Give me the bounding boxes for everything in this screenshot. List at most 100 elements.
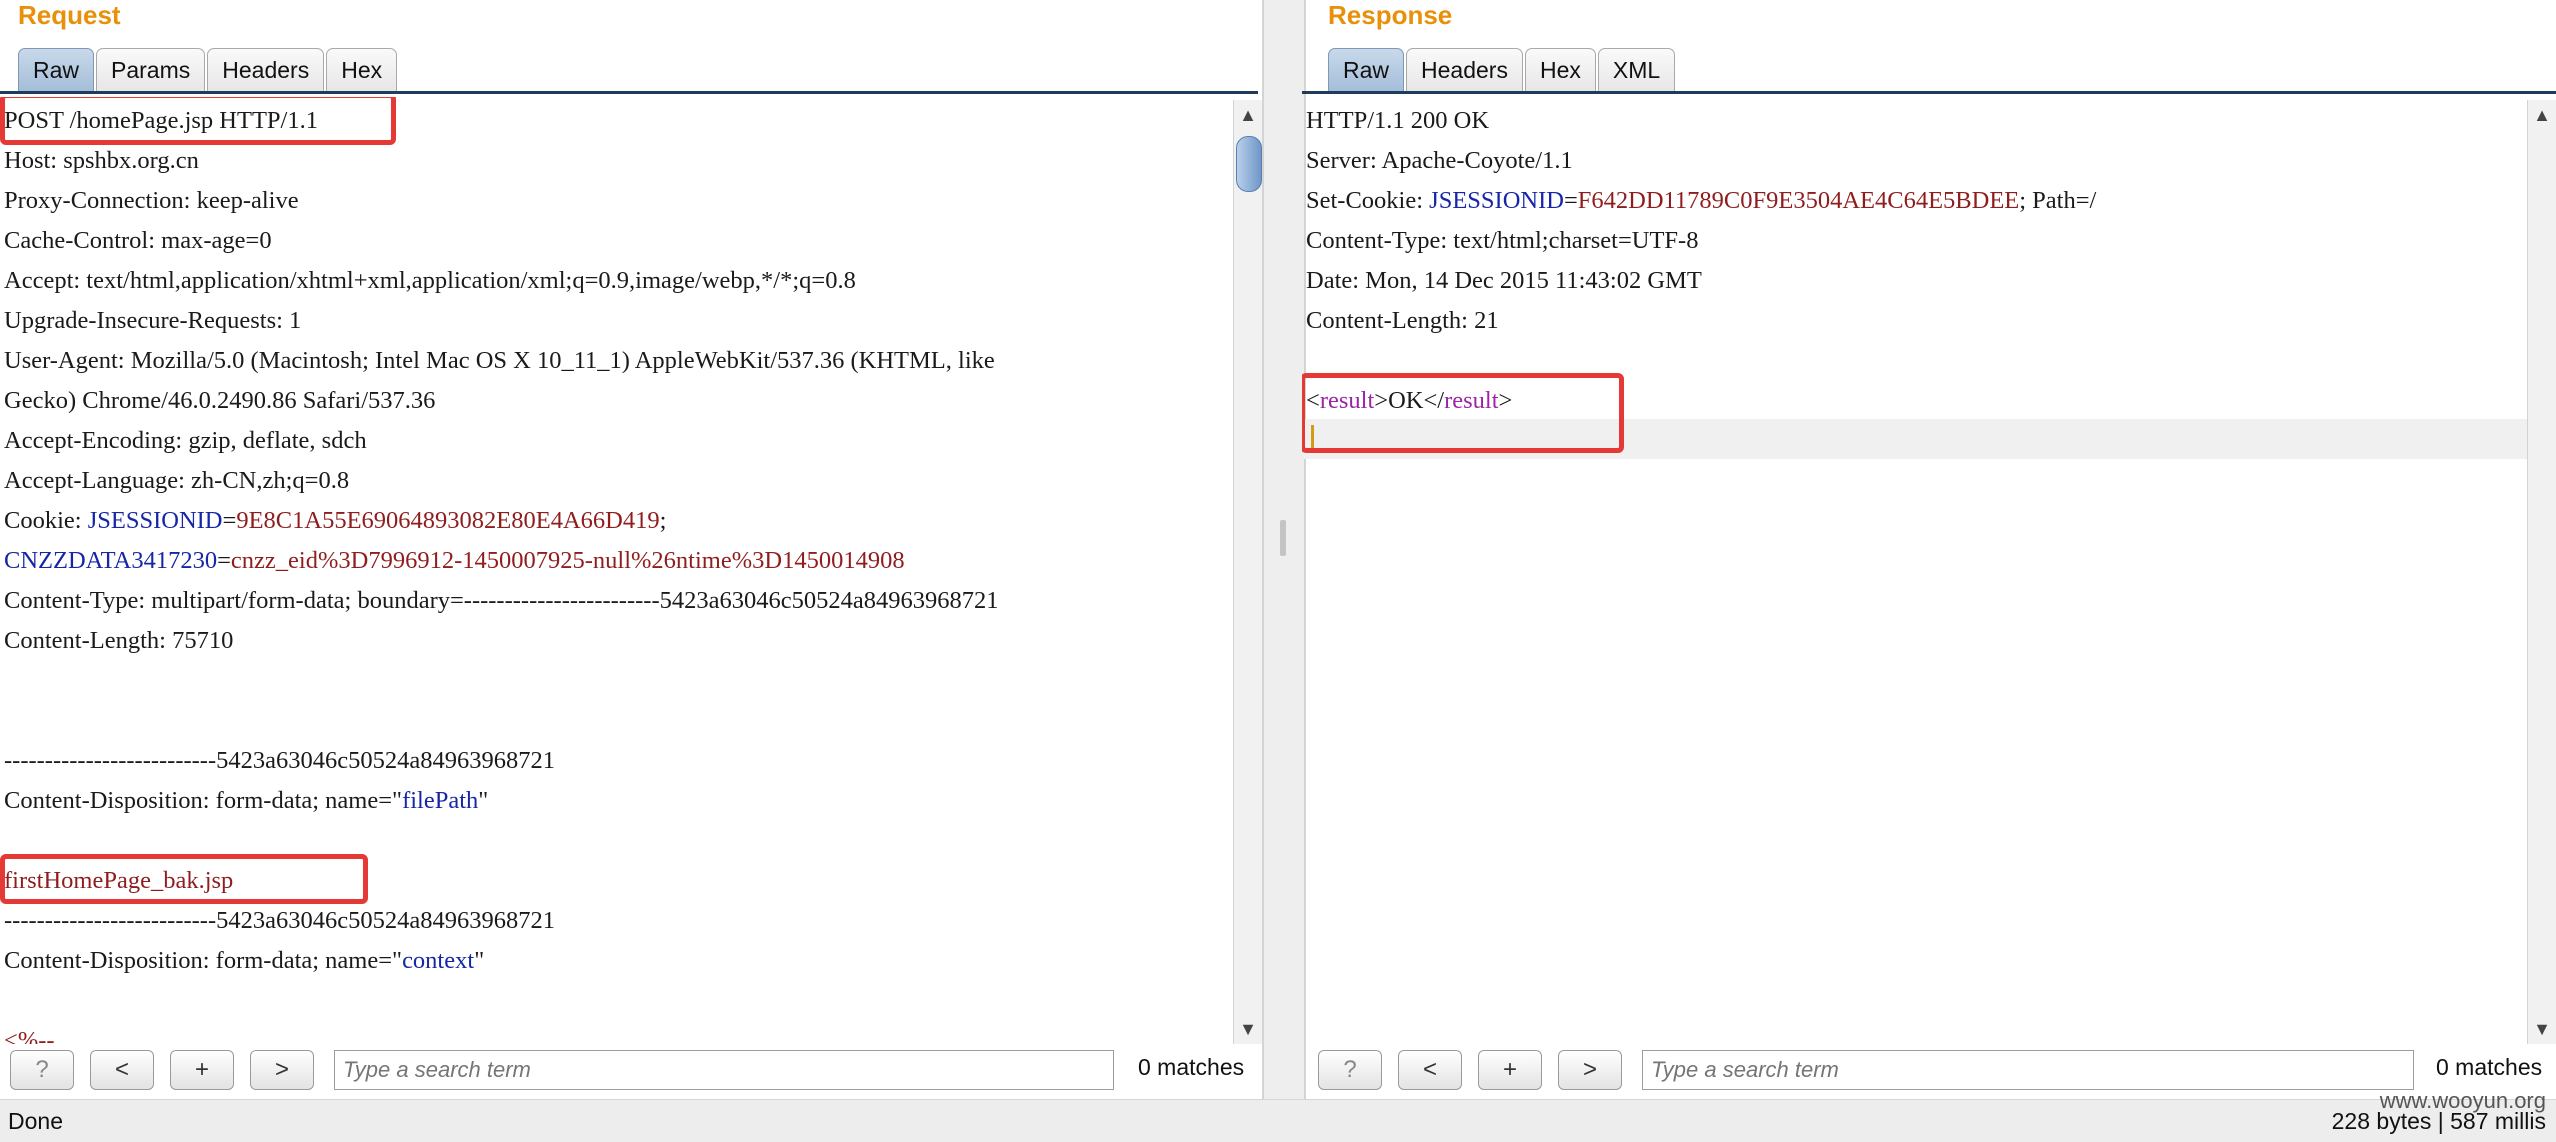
code-token: Content-Length: 75710 <box>4 627 234 654</box>
search-input[interactable] <box>334 1050 1114 1090</box>
request-tabs: Raw Params Headers Hex <box>18 44 399 92</box>
code-token: JSESSIONID <box>87 507 223 534</box>
tab-headers[interactable]: Headers <box>1406 48 1523 92</box>
add-button[interactable]: + <box>1478 1050 1542 1090</box>
code-token: Content-Length: 21 <box>1306 307 1499 334</box>
code-token: 9E8C1A55E69064893082E80E4A66D419 <box>236 507 660 534</box>
code-token: ; Path=/ <box>2019 187 2097 214</box>
code-line: Cache-Control: max-age=0 <box>4 221 998 261</box>
highlight-filename <box>0 854 368 904</box>
request-search-bar: ? < + > 0 matches <box>0 1044 1262 1100</box>
tab-xml[interactable]: XML <box>1597 48 1676 92</box>
tab-hex[interactable]: Hex <box>1524 48 1596 92</box>
split-divider[interactable] <box>1262 0 1306 1100</box>
tab-raw[interactable]: Raw <box>1328 48 1405 92</box>
code-token: --------------------------5423a63046c505… <box>4 747 555 774</box>
highlight-result <box>1302 373 1624 453</box>
code-line: --------------------------5423a63046c505… <box>4 901 998 941</box>
code-token: User-Agent: Mozilla/5.0 (Macintosh; Inte… <box>4 347 995 374</box>
code-line: Set-Cookie: JSESSIONID=F642DD11789C0F9E3… <box>1306 181 2096 221</box>
code-line: Content-Type: text/html;charset=UTF-8 <box>1306 221 2096 261</box>
code-line: Content-Length: 21 <box>1306 301 2096 341</box>
code-token: = <box>1563 187 1578 214</box>
scroll-up-icon[interactable]: ▲ <box>2528 102 2556 128</box>
search-input[interactable] <box>1642 1050 2414 1090</box>
next-button[interactable]: > <box>1558 1050 1622 1090</box>
tab-headers[interactable]: Headers <box>207 48 325 92</box>
code-token: Date: Mon, 14 Dec 2015 11:43:02 GMT <box>1306 267 1702 294</box>
code-token: Content-Disposition: form-data; name=" <box>4 787 403 814</box>
add-button[interactable]: + <box>170 1050 234 1090</box>
code-token: Gecko) Chrome/46.0.2490.86 Safari/537.36 <box>4 387 436 414</box>
scroll-down-icon[interactable]: ▼ <box>1234 1016 1262 1042</box>
code-token: Host: spshbx.org.cn <box>4 147 199 174</box>
code-token: JSESSIONID <box>1429 187 1564 214</box>
request-title: Request <box>18 0 121 30</box>
code-line: Content-Type: multipart/form-data; bound… <box>4 581 998 621</box>
code-token: HTTP/1.1 200 OK <box>1306 107 1490 134</box>
code-token: Accept-Encoding: gzip, deflate, sdch <box>4 427 367 454</box>
code-token: Upgrade-Insecure-Requests: 1 <box>4 307 302 334</box>
scroll-thumb[interactable] <box>1236 136 1262 192</box>
code-token: ; <box>659 507 667 534</box>
divider-grip[interactable] <box>1280 520 1286 556</box>
code-line: Accept: text/html,application/xhtml+xml,… <box>4 261 998 301</box>
status-text: Done <box>8 1108 63 1134</box>
code-token: F642DD11789C0F9E3504AE4C64E5BDEE <box>1577 187 2020 214</box>
code-line: Accept-Encoding: gzip, deflate, sdch <box>4 421 998 461</box>
code-line: Host: spshbx.org.cn <box>4 141 998 181</box>
prev-button[interactable]: < <box>1398 1050 1462 1090</box>
tab-raw[interactable]: Raw <box>18 48 95 92</box>
tab-underline <box>0 91 1258 94</box>
code-line: Date: Mon, 14 Dec 2015 11:43:02 GMT <box>1306 261 2096 301</box>
code-token: cnzz_eid%3D7996912-1450007925-null%26nti… <box>230 547 905 574</box>
match-count: 0 matches <box>1138 1054 1245 1080</box>
response-title: Response <box>1328 0 1453 30</box>
code-line: Accept-Language: zh-CN,zh;q=0.8 <box>4 461 998 501</box>
code-token: Cache-Control: max-age=0 <box>4 227 272 254</box>
code-line: HTTP/1.1 200 OK <box>1306 101 2096 141</box>
request-editor[interactable]: POST /homePage.jsp HTTP/1.1 Host: spshbx.… <box>0 97 1232 1044</box>
next-button[interactable]: > <box>250 1050 314 1090</box>
scroll-up-icon[interactable]: ▲ <box>1234 102 1262 128</box>
code-line: CNZZDATA3417230=cnzz_eid%3D7996912-14500… <box>4 541 998 581</box>
code-token: Cookie: <box>4 507 88 534</box>
request-panel: Request Raw Params Headers Hex POST /hom… <box>0 0 1262 1100</box>
code-token: " <box>478 787 489 814</box>
code-line: <%-- <box>4 1021 998 1044</box>
code-token: = <box>217 547 231 574</box>
response-tabs: Raw Headers Hex XML <box>1328 44 1677 92</box>
highlight-request-line <box>0 97 396 145</box>
help-button[interactable]: ? <box>1318 1050 1382 1090</box>
code-token: <%-- <box>4 1027 55 1044</box>
code-token: Content-Type: multipart/form-data; bound… <box>4 587 999 614</box>
code-token: Proxy-Connection: keep-alive <box>4 187 299 214</box>
prev-button[interactable]: < <box>90 1050 154 1090</box>
code-token: Accept-Language: zh-CN,zh;q=0.8 <box>4 467 350 494</box>
response-editor[interactable]: HTTP/1.1 200 OK Server: Apache-Coyote/1.1… <box>1302 97 2528 1044</box>
code-line: Gecko) Chrome/46.0.2490.86 Safari/537.36 <box>4 381 998 421</box>
code-line: Content-Length: 75710 <box>4 621 998 661</box>
tab-hex[interactable]: Hex <box>326 48 398 92</box>
response-scrollbar[interactable]: ▲ ▼ <box>2527 100 2556 1044</box>
tab-params[interactable]: Params <box>96 48 206 92</box>
scroll-down-icon[interactable]: ▼ <box>2528 1016 2556 1042</box>
code-token: Server: Apache-Coyote/1.1 <box>1306 147 1573 174</box>
code-token: = <box>222 507 237 534</box>
code-line: Content-Disposition: form-data; name="co… <box>4 941 998 981</box>
code-token: filePath <box>402 787 479 814</box>
code-token: Set-Cookie: <box>1306 187 1430 214</box>
code-token: context <box>402 947 475 974</box>
status-bar: Done www.wooyun.org 228 bytes | 587 mill… <box>0 1088 2556 1142</box>
request-scrollbar[interactable]: ▲ ▼ <box>1233 100 1262 1044</box>
code-token: CNZZDATA3417230 <box>4 547 218 574</box>
code-line: Content-Disposition: form-data; name="fi… <box>4 781 998 821</box>
code-token: Content-Type: text/html;charset=UTF-8 <box>1306 227 1699 254</box>
response-search-bar: ? < + > 0 matches <box>1302 1044 2556 1100</box>
help-button[interactable]: ? <box>10 1050 74 1090</box>
code-line: Server: Apache-Coyote/1.1 <box>1306 141 2096 181</box>
code-line: User-Agent: Mozilla/5.0 (Macintosh; Inte… <box>4 341 998 381</box>
